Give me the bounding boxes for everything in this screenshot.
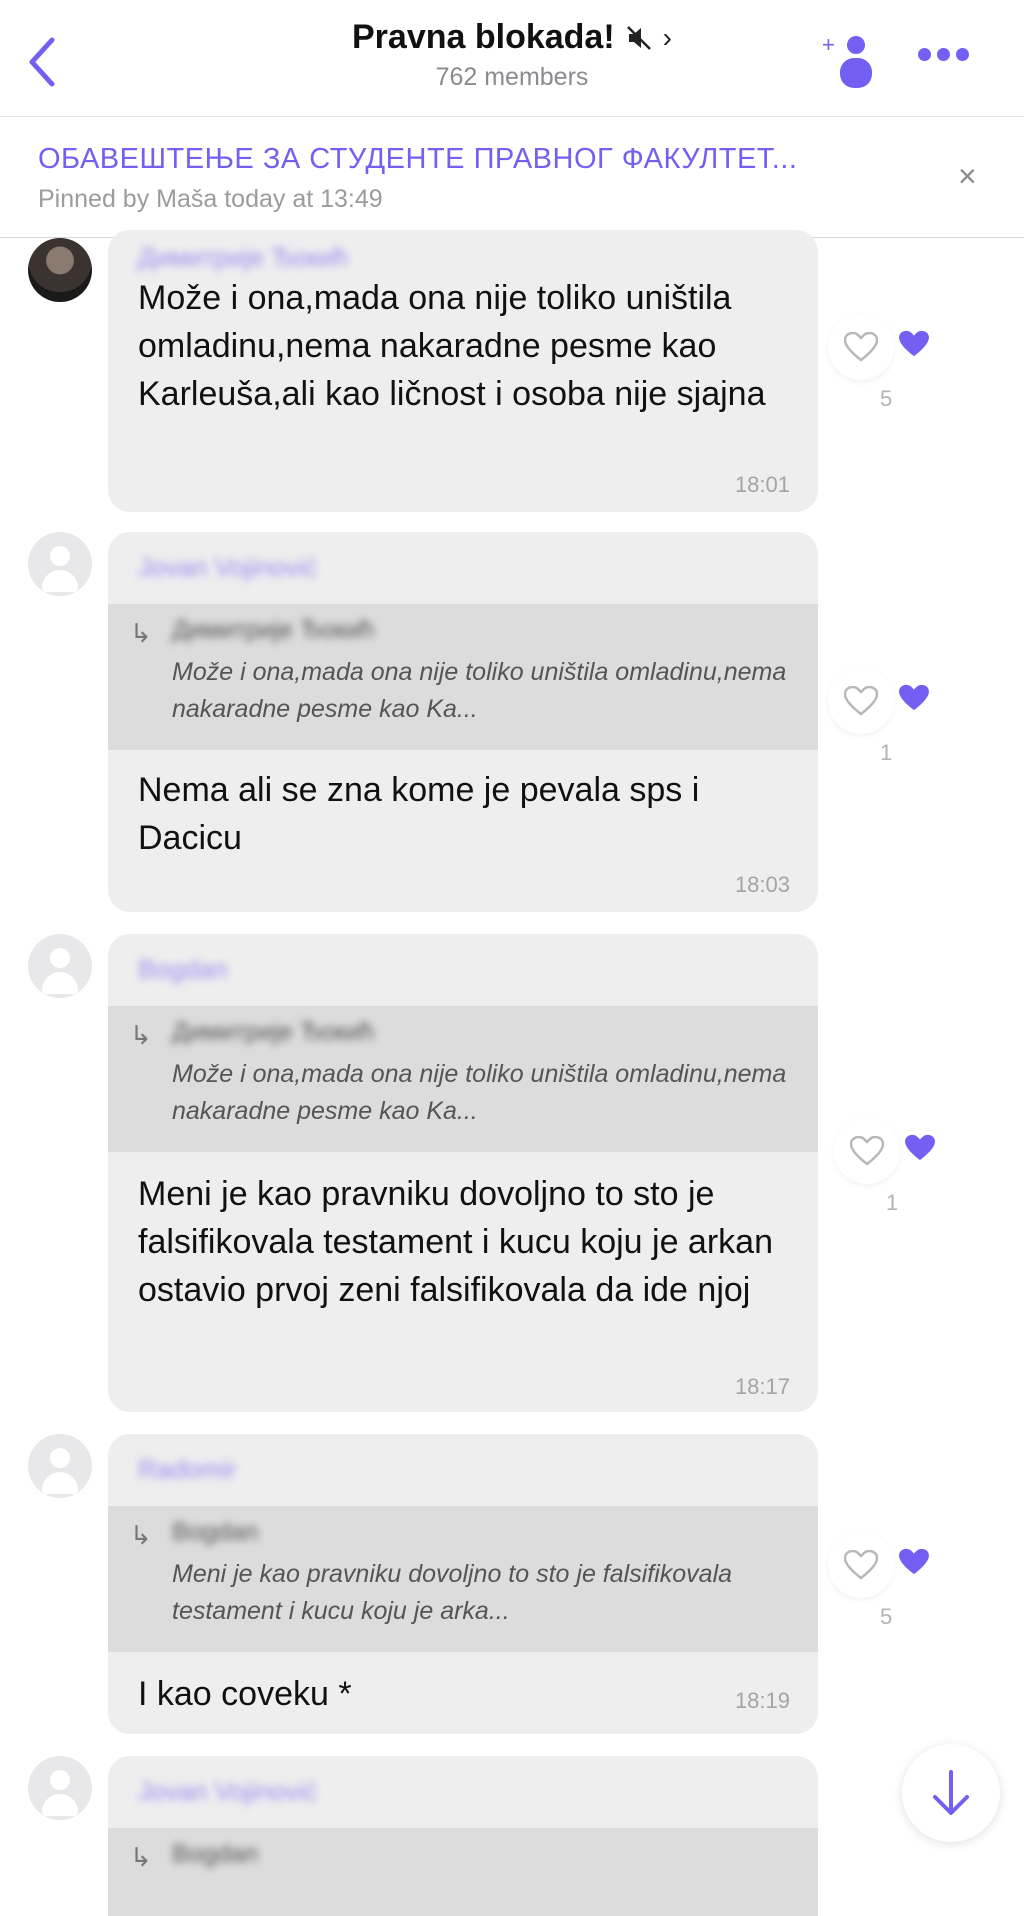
close-pinned-button[interactable]: ×	[958, 158, 977, 195]
heart-filled-icon[interactable]	[904, 1134, 936, 1162]
reply-arrow-icon: ↳	[130, 1020, 152, 1050]
like-button[interactable]	[834, 1118, 900, 1184]
reply-arrow-icon: ↳	[130, 1842, 152, 1872]
heart-filled-icon[interactable]	[898, 684, 930, 712]
message-bubble[interactable]: Jovan Vojinović ↳ Bogdan	[108, 1756, 818, 1916]
chat-header: Pravna blokada! › 762 members +	[0, 0, 1024, 116]
message-text: Meni je kao pravniku dovoljno to sto je …	[138, 1175, 773, 1309]
scroll-to-bottom-button[interactable]	[902, 1744, 1000, 1842]
like-count[interactable]: 1	[886, 1190, 898, 1216]
like-button[interactable]	[828, 1532, 894, 1598]
quoted-message[interactable]: ↳ Bogdan	[108, 1828, 818, 1916]
quoted-text: Može i ona,mada ona nije toliko uništila…	[172, 1060, 787, 1125]
avatar[interactable]	[28, 934, 92, 998]
avatar[interactable]	[28, 1434, 92, 1498]
reaction-area: 1	[828, 668, 968, 765]
quoted-author: Bogdan	[172, 1840, 259, 1868]
quoted-author: Димитрије Ђокић	[172, 1018, 375, 1046]
message-text: Nema ali se zna kome je pevala sps i Dac…	[138, 771, 700, 857]
add-member-button[interactable]: +	[820, 30, 882, 92]
avatar[interactable]	[28, 1756, 92, 1820]
message-text: Može i ona,mada ona nije toliko uništila…	[138, 279, 766, 413]
reaction-area: 5	[828, 314, 968, 411]
more-options-button[interactable]	[918, 48, 982, 72]
reaction-area: 5	[828, 1532, 968, 1629]
dot-icon	[937, 48, 950, 61]
quoted-text: Može i ona,mada ona nije toliko uništila…	[172, 658, 787, 723]
pinned-message-meta: Pinned by Maša today at 13:49	[38, 185, 383, 213]
like-count[interactable]: 1	[880, 740, 892, 766]
reply-arrow-icon: ↳	[130, 618, 152, 648]
like-button[interactable]	[828, 314, 894, 380]
like-button[interactable]	[828, 668, 894, 734]
pinned-message-title[interactable]: ОБАВЕШТЕЊЕ ЗА СТУДЕНТЕ ПРАВНОГ ФАКУЛТЕТ.…	[38, 143, 797, 176]
quoted-message[interactable]: ↳ Bogdan Meni je kao pravniku dovoljno t…	[108, 1506, 818, 1652]
reaction-area: 1	[834, 1118, 974, 1215]
arrow-down-icon	[933, 1770, 969, 1815]
quoted-author: Димитрије Ђокић	[172, 616, 375, 644]
message-bubble[interactable]: Jovan Vojinović ↳ Димитрије Ђокић Može i…	[108, 532, 818, 912]
heart-outline-icon	[844, 332, 878, 362]
dot-icon	[918, 48, 931, 61]
heart-filled-icon[interactable]	[898, 330, 930, 358]
avatar[interactable]	[28, 532, 92, 596]
message-bubble[interactable]: Bogdan ↳ Димитрије Ђокић Može i ona,mada…	[108, 934, 818, 1412]
mute-icon	[626, 25, 651, 50]
message-time: 18:01	[734, 472, 790, 497]
quoted-text: Meni je kao pravniku dovoljno to sto je …	[172, 1560, 733, 1625]
quoted-author: Bogdan	[172, 1518, 259, 1546]
heart-filled-icon[interactable]	[898, 1548, 930, 1576]
add-user-icon: +	[822, 32, 872, 88]
avatar[interactable]	[28, 238, 92, 302]
like-count[interactable]: 5	[880, 1604, 892, 1630]
message-bubble[interactable]: Димитрије Ђокић Može i ona,mada ona nije…	[108, 230, 818, 512]
chat-title[interactable]: Pravna blokada!	[352, 18, 615, 57]
sender-name[interactable]: Jovan Vojinović	[138, 552, 317, 583]
sender-name[interactable]: Bogdan	[138, 954, 228, 985]
heart-outline-icon	[850, 1136, 884, 1166]
message-text: I kao coveku *	[138, 1675, 352, 1713]
sender-name[interactable]: Radomir	[138, 1454, 236, 1485]
quoted-message[interactable]: ↳ Димитрије Ђокић Može i ona,mada ona ni…	[108, 1006, 818, 1152]
message-time: 18:03	[734, 872, 790, 897]
dot-icon	[956, 48, 969, 61]
reply-arrow-icon: ↳	[130, 1520, 152, 1550]
heart-outline-icon	[844, 1550, 878, 1580]
sender-name[interactable]: Jovan Vojinović	[138, 1776, 317, 1807]
chevron-right-icon: ›	[662, 21, 672, 53]
quoted-message[interactable]: ↳ Димитрије Ђокић Može i ona,mada ona ni…	[108, 604, 818, 750]
svg-text:+: +	[822, 32, 835, 57]
message-bubble[interactable]: Radomir ↳ Bogdan Meni je kao pravniku do…	[108, 1434, 818, 1734]
message-time: 18:19	[734, 1688, 790, 1713]
pinned-message-bar[interactable]: ОБАВЕШТЕЊЕ ЗА СТУДЕНТЕ ПРАВНОГ ФАКУЛТЕТ.…	[0, 116, 1024, 238]
message-time: 18:17	[734, 1374, 790, 1399]
like-count[interactable]: 5	[880, 386, 892, 412]
sender-name[interactable]: Димитрије Ђокић	[138, 242, 348, 273]
heart-outline-icon	[844, 686, 878, 716]
